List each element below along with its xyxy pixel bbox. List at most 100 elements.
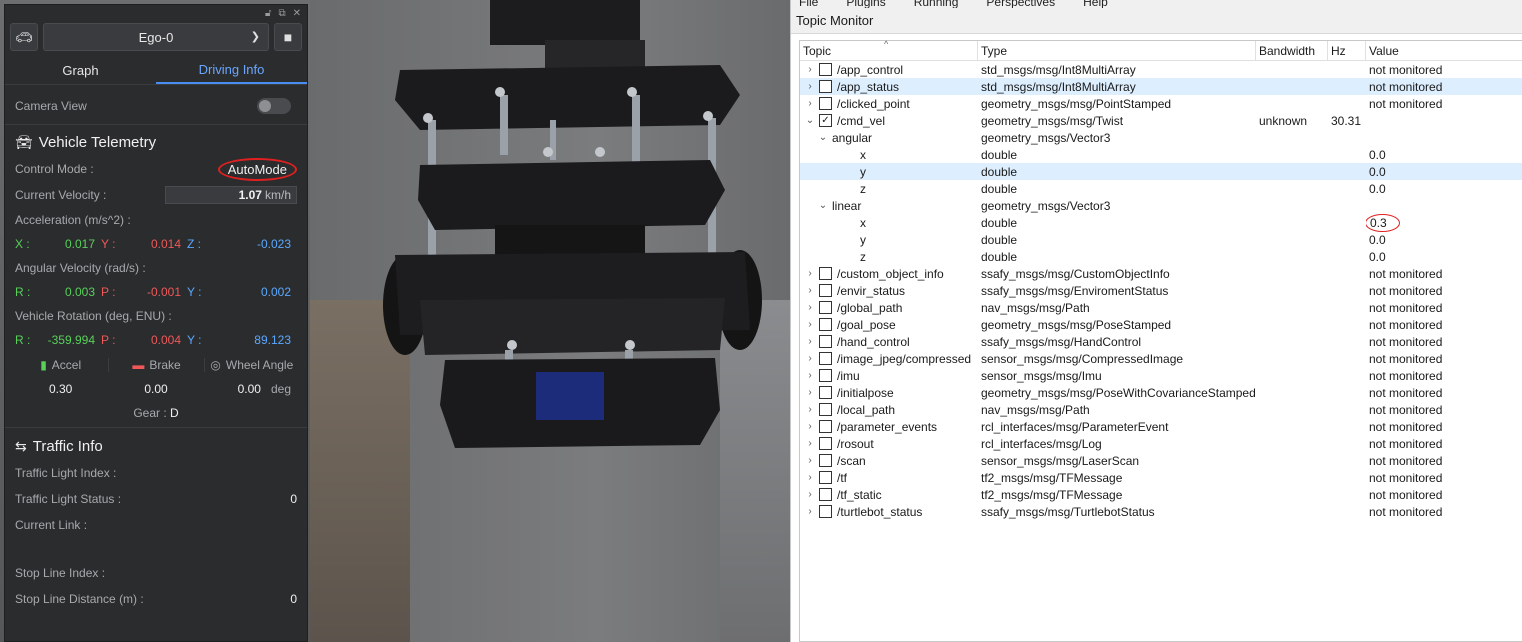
monitor-checkbox[interactable]	[819, 403, 832, 416]
col-topic[interactable]: Topic ^	[800, 39, 978, 61]
table-row[interactable]: x double 0.3	[800, 213, 1522, 232]
table-row[interactable]: › /imu sensor_msgs/msg/Imu not monitored	[800, 367, 1522, 384]
monitor-checkbox[interactable]	[819, 505, 832, 518]
monitor-checkbox[interactable]	[819, 488, 832, 501]
menu-plugins[interactable]: Plugins	[846, 0, 885, 8]
popout-icon[interactable]: ⧉	[278, 8, 285, 19]
expand-icon[interactable]: ›	[803, 421, 817, 432]
expand-icon[interactable]: ›	[803, 455, 817, 466]
monitor-checkbox[interactable]	[819, 386, 832, 399]
table-row[interactable]: › /scan sensor_msgs/msg/LaserScan not monit…	[800, 452, 1522, 469]
expand-icon[interactable]: ›	[803, 438, 817, 449]
expand-icon[interactable]: ›	[803, 387, 817, 398]
table-row[interactable]: › /tf tf2_msgs/msg/TFMessage not monitored	[800, 469, 1522, 486]
monitor-checkbox[interactable]	[819, 318, 832, 331]
tl-index-label: Traffic Light Index :	[15, 466, 117, 480]
col-value[interactable]: Value	[1366, 41, 1522, 61]
table-row[interactable]: › /tf_static tf2_msgs/msg/TFMessage not mon…	[800, 486, 1522, 503]
menu-help[interactable]: Help	[1083, 0, 1108, 8]
table-row[interactable]: y double 0.0	[800, 163, 1522, 180]
table-row[interactable]: › /hand_control ssafy_msgs/msg/HandControl…	[800, 333, 1522, 350]
col-bandwidth[interactable]: Bandwidth	[1256, 41, 1328, 61]
expand-icon[interactable]: ›	[803, 319, 817, 330]
close-icon[interactable]: ✕	[293, 8, 301, 19]
expand-icon[interactable]: ›	[803, 506, 817, 517]
monitor-checkbox[interactable]	[819, 369, 832, 382]
table-row[interactable]: z double 0.0	[800, 180, 1522, 197]
table-row[interactable]: › /turtlebot_status ssafy_msgs/msg/Turtleb…	[800, 503, 1522, 520]
tab-graph[interactable]: Graph	[5, 57, 156, 84]
car-gear-icon: 🚗︎	[15, 28, 33, 45]
table-row[interactable]: y double 0.0	[800, 231, 1522, 248]
monitor-checkbox[interactable]	[819, 80, 832, 93]
expand-icon[interactable]: ›	[803, 353, 817, 364]
table-row[interactable]: ⌄ linear geometry_msgs/Vector3	[800, 197, 1522, 214]
table-row[interactable]: ⌄ ✓ /cmd_vel geometry_msgs/msg/Twist unknown…	[800, 112, 1522, 129]
collapse-icon[interactable]: ⌄	[816, 132, 830, 143]
expand-icon[interactable]: ›	[803, 98, 817, 109]
topic-cell: › /app_status	[800, 80, 978, 94]
expand-icon[interactable]: ›	[803, 336, 817, 347]
topic-name: /global_path	[837, 300, 903, 315]
expand-icon[interactable]: ›	[803, 489, 817, 500]
table-row[interactable]: › /custom_object_info ssafy_msgs/msg/Custo…	[800, 265, 1522, 282]
expand-icon[interactable]: ›	[803, 268, 817, 279]
value-cell: not monitored	[1369, 436, 1443, 451]
monitor-checkbox[interactable]	[819, 267, 832, 280]
sort-asc-icon: ^	[884, 39, 889, 49]
table-row[interactable]: › /parameter_events rcl_interfaces/msg/Par…	[800, 418, 1522, 435]
table-row[interactable]: › /initialpose geometry_msgs/msg/PoseWithC…	[800, 384, 1522, 401]
value-cell: not monitored	[1369, 385, 1443, 400]
monitor-checkbox[interactable]	[819, 63, 832, 76]
table-row[interactable]: z double 0.0	[800, 248, 1522, 265]
tab-driving-info[interactable]: Driving Info	[156, 57, 307, 84]
table-row[interactable]: › /app_status std_msgs/msg/Int8MultiArray n…	[800, 78, 1522, 95]
expand-icon[interactable]: ›	[803, 472, 817, 483]
expand-icon[interactable]: ›	[803, 285, 817, 296]
menu-running[interactable]: Running	[914, 0, 959, 8]
panel-window-controls: 🔓︎ ⧉ ✕	[5, 5, 307, 21]
monitor-checkbox[interactable]	[819, 335, 832, 348]
type-cell: ssafy_msgs/msg/TurtlebotStatus	[981, 504, 1155, 519]
col-hz[interactable]: Hz	[1328, 41, 1366, 61]
monitor-checkbox[interactable]	[819, 301, 832, 314]
value-cell: not monitored	[1369, 317, 1443, 332]
angvel-r: 0.003	[64, 285, 95, 299]
table-row[interactable]: › /local_path nav_msgs/msg/Path not monitor…	[800, 401, 1522, 418]
vehicle-select[interactable]: Ego-0 ❯	[43, 23, 269, 51]
table-row[interactable]: › /image_jpeg/compressed sensor_msgs/msg/C…	[800, 350, 1522, 367]
table-row[interactable]: › /rosout rcl_interfaces/msg/Log not monito…	[800, 435, 1522, 452]
type-cell: double	[981, 232, 1018, 247]
expand-icon[interactable]: ›	[803, 64, 817, 75]
table-row[interactable]: › /clicked_point geometry_msgs/msg/PointSt…	[800, 95, 1522, 112]
monitor-checkbox[interactable]	[819, 420, 832, 433]
expand-icon[interactable]: ›	[803, 302, 817, 313]
monitor-checkbox[interactable]	[819, 437, 832, 450]
collapse-icon[interactable]: ⌄	[816, 200, 830, 211]
menu-perspectives[interactable]: Perspectives	[986, 0, 1055, 8]
angvel-y: 0.002	[260, 285, 291, 299]
expand-icon[interactable]: ›	[803, 81, 817, 92]
table-row[interactable]: x double 0.0	[800, 146, 1522, 163]
expand-icon[interactable]: ›	[803, 404, 817, 415]
brake-label: Brake	[149, 358, 181, 372]
collapse-icon[interactable]: ⌄	[803, 115, 817, 126]
monitor-checkbox[interactable]	[819, 471, 832, 484]
table-row[interactable]: › /global_path nav_msgs/msg/Path not monito…	[800, 299, 1522, 316]
expand-icon[interactable]: ›	[803, 370, 817, 381]
menu-file[interactable]: File	[799, 0, 818, 8]
camera-view-toggle[interactable]	[257, 98, 291, 114]
monitor-checkbox[interactable]	[819, 97, 832, 110]
table-row[interactable]: › /goal_pose geometry_msgs/msg/PoseStamped…	[800, 316, 1522, 333]
lock-icon[interactable]: 🔓︎	[265, 8, 271, 19]
monitor-checkbox[interactable]	[819, 352, 832, 365]
monitor-checkbox[interactable]: ✓	[819, 114, 832, 127]
table-row[interactable]: › /app_control std_msgs/msg/Int8MultiArray…	[800, 61, 1522, 78]
col-type[interactable]: Type	[978, 41, 1256, 61]
camera-button[interactable]: ■	[274, 23, 302, 51]
monitor-checkbox[interactable]	[819, 454, 832, 467]
table-row[interactable]: › /envir_status ssafy_msgs/msg/EnviromentS…	[800, 282, 1522, 299]
table-row[interactable]: ⌄ angular geometry_msgs/Vector3	[800, 129, 1522, 146]
monitor-checkbox[interactable]	[819, 284, 832, 297]
vehicle-settings-button[interactable]: 🚗︎	[10, 23, 38, 51]
